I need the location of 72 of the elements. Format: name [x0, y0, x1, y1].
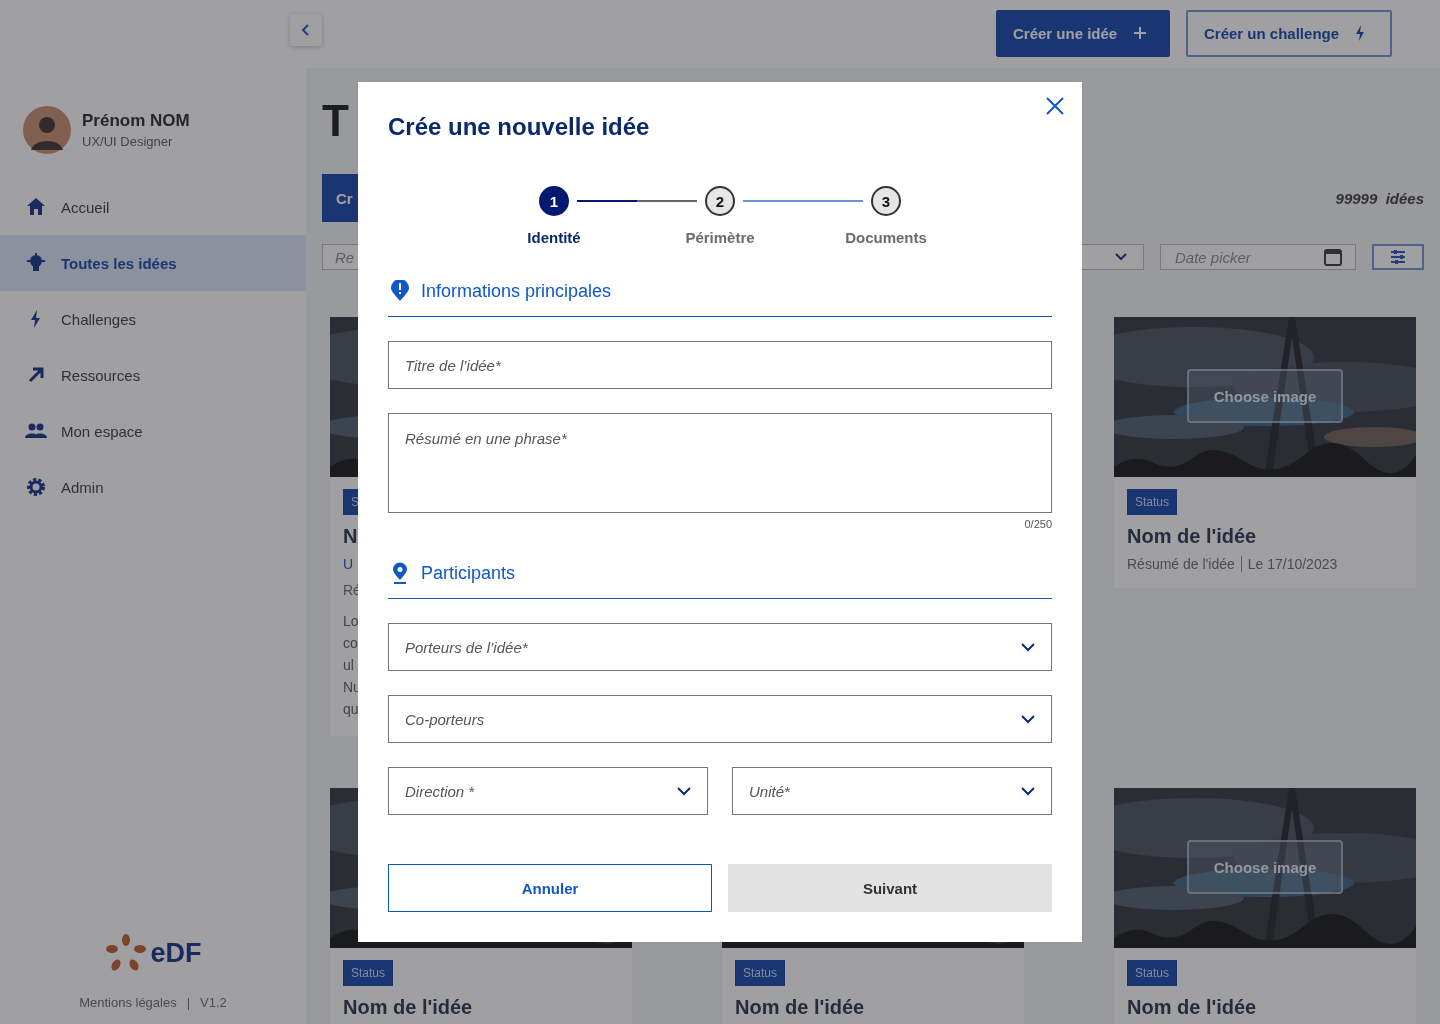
text-area[interactable]: Résumé en une phrase*	[388, 413, 1052, 513]
idea-card[interactable]: Choose image Status Nom de l'idée Résumé de l'idée Le 17/10/2023	[1114, 317, 1416, 588]
step-label[interactable]: Périmètre	[637, 229, 803, 246]
select-field[interactable]: Direction *	[388, 767, 708, 815]
bolt-icon	[1355, 25, 1366, 41]
section-title: Informations principales	[421, 280, 612, 302]
plus-icon	[1133, 26, 1148, 40]
select-field[interactable]: Porteurs de l’idée*	[388, 623, 1052, 671]
separator: |	[186, 995, 191, 1010]
chevron-down-icon	[1021, 642, 1035, 652]
description-line: ul	[343, 656, 355, 675]
create-button[interactable]: Créer un challenge	[1186, 9, 1392, 57]
location-pin-icon	[391, 562, 409, 584]
dialog-button[interactable]: Annuler	[388, 864, 712, 912]
version-text: V1.2	[200, 995, 227, 1010]
select-field[interactable]: Unité*	[732, 767, 1052, 815]
nav-item[interactable]: Accueil	[0, 179, 306, 235]
filter-button[interactable]	[1372, 244, 1424, 270]
idea-summary: Résumé de l'idée	[1127, 556, 1235, 572]
status-tag: Status	[1127, 489, 1178, 515]
close-button[interactable]	[1045, 96, 1065, 116]
close-icon	[1046, 97, 1064, 115]
idea-title: Nom de l'idée	[735, 996, 865, 1019]
legal-link[interactable]: Mentions légales	[79, 995, 177, 1010]
idea-count: 99999 idées	[1335, 189, 1424, 207]
character-counter: 0/250	[1024, 518, 1052, 530]
step-label[interactable]: Documents	[803, 229, 969, 246]
avatar	[23, 106, 71, 154]
status-tag: Status	[735, 960, 786, 986]
idea-card[interactable]: Choose image Status Nom de l'idée	[1114, 788, 1416, 1024]
nav-item[interactable]: Ressources	[0, 347, 306, 403]
calendar-icon	[1323, 247, 1343, 267]
description-line: Lo	[343, 612, 360, 631]
step-number[interactable]: 1	[539, 186, 569, 216]
user-role: UX/UI Designer	[82, 134, 174, 149]
input-field[interactable]: Titre de l’idée*	[388, 341, 1052, 389]
step-label[interactable]: Identité	[471, 229, 637, 246]
home-icon	[25, 196, 47, 218]
status-tag: Status	[343, 960, 394, 986]
chevron-left-icon	[301, 24, 311, 36]
idea-title: Nom de l'idée	[343, 996, 473, 1019]
description-line: qu	[343, 700, 360, 719]
description-line: co	[343, 634, 359, 653]
modal-title: Crée une nouvelle idée	[388, 112, 651, 142]
idea-title: Nom de l'idée	[1127, 996, 1257, 1019]
nav-item[interactable]: Toutes les idées	[0, 235, 306, 291]
nav-item[interactable]: Challenges	[0, 291, 306, 347]
flower-logo-icon	[104, 933, 149, 973]
user-name: Prénom NOM	[82, 111, 190, 131]
sliders-icon	[1388, 247, 1408, 267]
collapse-button[interactable]	[290, 14, 322, 46]
chevron-down-icon	[1021, 786, 1035, 796]
status-tag: Status	[1127, 960, 1178, 986]
select-field[interactable]: Co-porteurs	[388, 695, 1052, 743]
nav-item[interactable]: Mon espace	[0, 403, 306, 459]
idea-title: Nom de l'idée	[1127, 525, 1257, 548]
alert-pin-icon	[391, 280, 409, 302]
create-button[interactable]: Créer une idée	[996, 9, 1170, 57]
step-number[interactable]: 3	[871, 186, 901, 216]
idea-title: N	[343, 525, 358, 548]
chevron-down-icon	[1021, 714, 1035, 724]
gear-icon	[25, 476, 47, 498]
logo-text: eDF	[150, 937, 202, 969]
nav-item[interactable]: Admin	[0, 459, 306, 515]
idea-date: Le 17/10/2023	[1240, 556, 1338, 572]
section-title: Participants	[421, 562, 516, 584]
step-number[interactable]: 2	[705, 186, 735, 216]
author-link[interactable]: U	[343, 556, 354, 572]
bulb-icon	[25, 252, 47, 274]
page-title: T	[322, 96, 349, 146]
chevron-down-icon	[1115, 253, 1127, 261]
chevron-down-icon	[677, 786, 691, 796]
